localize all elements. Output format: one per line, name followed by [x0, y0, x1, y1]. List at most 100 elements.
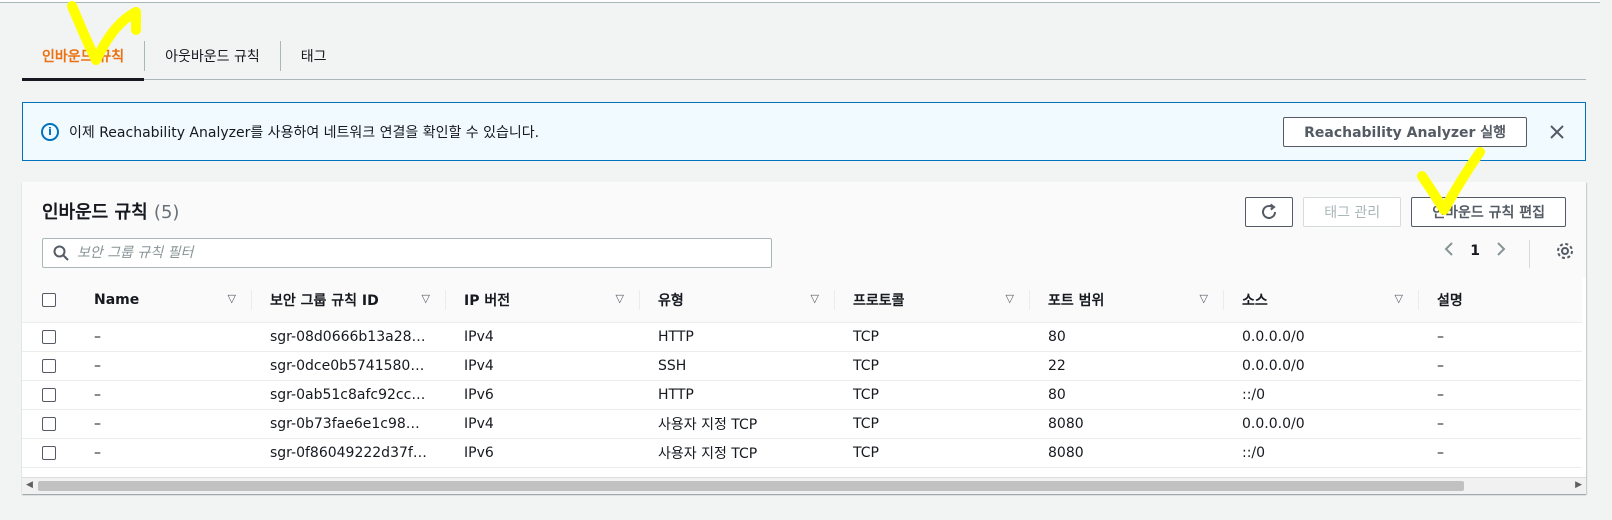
table-cell: HTTP [640, 380, 835, 410]
tab-outbound-rules[interactable]: 아웃바운드 규칙 [145, 32, 280, 79]
table-cell: 0.0.0.0/0 [1224, 351, 1419, 381]
table-cell: IPv4 [446, 409, 640, 439]
row-checkbox[interactable] [42, 387, 56, 402]
tab-inbound-rules[interactable]: 인바운드 규칙 [22, 32, 145, 81]
scroll-left-icon[interactable]: ◀ [26, 480, 33, 490]
row-checkbox[interactable] [42, 358, 56, 373]
column-header[interactable]: 보안 그룹 규칙 ID ▽ [252, 278, 446, 323]
pagination: 1 [1444, 242, 1506, 260]
table-cell: – [1419, 322, 1582, 352]
table-cell: sgr-0dce0b574158012… [252, 351, 446, 381]
scrollbar-thumb[interactable] [38, 481, 1464, 491]
column-header[interactable]: 포트 범위 ▽ [1030, 278, 1224, 323]
table-row[interactable]: – sgr-08d0666b13a283… IPv4 HTTP TCP 80 0.0.0.0… [22, 322, 1582, 352]
close-icon[interactable] [1547, 122, 1567, 142]
table-cell: SSH [640, 351, 835, 381]
row-checkbox[interactable] [42, 416, 56, 431]
table-cell: sgr-08d0666b13a283… [252, 322, 446, 352]
sort-down-icon[interactable]: ▽ [616, 292, 624, 305]
sort-down-icon[interactable]: ▽ [422, 292, 430, 305]
table-cell: 8080 [1030, 438, 1224, 468]
column-header[interactable]: 유형 ▽ [640, 278, 835, 323]
table-cell: 사용자 지정 TCP [640, 409, 835, 439]
select-all-cell [22, 278, 76, 323]
row-select-cell [22, 409, 76, 439]
tab-label: 인바운드 규칙 [42, 48, 125, 65]
table-header-row: Name ▽ 보안 그룹 규칙 ID ▽ IP 버전 ▽ 유형 ▽ 프로토콜 ▽ 포트 범… [22, 278, 1582, 323]
header-actions: 태그 관리 인바운드 규칙 편집 [1245, 197, 1566, 227]
row-select-cell [22, 438, 76, 468]
table-cell: ::/0 [1224, 438, 1419, 468]
scroll-right-icon[interactable]: ▶ [1575, 480, 1582, 490]
row-select-cell [22, 380, 76, 410]
table-cell: 22 [1030, 351, 1224, 381]
manage-tags-button[interactable]: 태그 관리 [1303, 197, 1402, 227]
column-header[interactable]: IP 버전 ▽ [446, 278, 640, 323]
edit-inbound-rules-button[interactable]: 인바운드 규칙 편집 [1411, 197, 1566, 227]
sort-down-icon[interactable]: ▽ [811, 292, 819, 305]
column-header[interactable]: 프로토콜 ▽ [835, 278, 1030, 323]
table-cell: – [76, 351, 252, 381]
table-cell: – [76, 322, 252, 352]
column-header[interactable]: Name ▽ [76, 278, 252, 323]
refresh-button[interactable] [1245, 197, 1294, 227]
table-row[interactable]: – sgr-0dce0b574158012… IPv4 SSH TCP 22 0.0.0.0… [22, 351, 1582, 381]
sort-down-icon[interactable]: ▽ [1200, 292, 1208, 305]
table-row[interactable]: – sgr-0ab51c8afc92cc6f9 IPv6 HTTP TCP 80::/0– [22, 380, 1582, 410]
refresh-icon [1262, 203, 1277, 219]
table-cell: – [76, 409, 252, 439]
table-cell: 80 [1030, 380, 1224, 410]
inbound-rules-panel: 인바운드 규칙 (5) 태그 관리 인바운드 규칙 편집 1 [22, 182, 1586, 494]
top-container-border [0, 0, 1600, 3]
tab-bar: 인바운드 규칙 아웃바운드 규칙 태그 [22, 32, 1586, 81]
table-cell: – [1419, 438, 1582, 468]
table-cell: TCP [835, 380, 1030, 410]
tab-tags[interactable]: 태그 [281, 32, 347, 79]
column-header[interactable]: 설명 [1419, 278, 1582, 323]
table-cell: 0.0.0.0/0 [1224, 322, 1419, 352]
table-cell: sgr-0b73fae6e1c9843b7 [252, 409, 446, 439]
info-icon: i [41, 122, 59, 141]
chevron-left-icon[interactable] [1444, 242, 1454, 260]
search-icon [53, 245, 69, 261]
table-row[interactable]: – sgr-0f86049222d37f66c IPv6 사용자 지정 TCP TCP 8… [22, 438, 1582, 468]
table-cell: – [76, 438, 252, 468]
table-cell: TCP [835, 322, 1030, 352]
table-row[interactable]: – sgr-0b73fae6e1c9843b7 IPv4 사용자 지정 TCP TCP 8… [22, 409, 1582, 439]
panel-title-text: 인바운드 규칙 [42, 202, 148, 223]
horizontal-scrollbar[interactable]: ◀ ▶ [22, 477, 1586, 494]
table-cell: 80 [1030, 322, 1224, 352]
gear-icon[interactable] [1556, 242, 1574, 264]
table-cell: – [1419, 351, 1582, 381]
table-cell: – [76, 380, 252, 410]
table-cell: TCP [835, 351, 1030, 381]
table-cell: – [1419, 409, 1582, 439]
chevron-right-icon[interactable] [1496, 242, 1506, 260]
tab-label: 태그 [300, 48, 327, 65]
filter-input[interactable] [77, 245, 771, 261]
table-cell: sgr-0ab51c8afc92cc6f9 [252, 380, 446, 410]
sort-down-icon[interactable]: ▽ [228, 292, 236, 305]
table-cell: TCP [835, 409, 1030, 439]
sort-down-icon[interactable]: ▽ [1395, 292, 1403, 305]
table-cell: 사용자 지정 TCP [640, 438, 835, 468]
rules-table: Name ▽ 보안 그룹 규칙 ID ▽ IP 버전 ▽ 유형 ▽ 프로토콜 ▽ 포트 범… [22, 278, 1582, 468]
table-cell: IPv4 [446, 351, 640, 381]
tab-label: 아웃바운드 규칙 [165, 48, 260, 65]
panel-title: 인바운드 규칙 (5) [42, 198, 179, 224]
table-cell: 8080 [1030, 409, 1224, 439]
column-header[interactable]: 소스 ▽ [1224, 278, 1419, 323]
table-cell: 0.0.0.0/0 [1224, 409, 1419, 439]
table-cell: ::/0 [1224, 380, 1419, 410]
sort-down-icon[interactable]: ▽ [1006, 292, 1014, 305]
banner-text: 이제 Reachability Analyzer를 사용하여 네트워크 연결을 … [69, 124, 540, 141]
info-banner: i 이제 Reachability Analyzer를 사용하여 네트워크 연결… [22, 102, 1586, 161]
filter-field[interactable] [42, 238, 772, 268]
page-number[interactable]: 1 [1470, 243, 1480, 259]
table-cell: IPv6 [446, 438, 640, 468]
select-all-checkbox[interactable] [42, 292, 56, 307]
run-reachability-analyzer-button[interactable]: Reachability Analyzer 실행 [1283, 116, 1527, 147]
table-cell: IPv6 [446, 380, 640, 410]
row-checkbox[interactable] [42, 445, 56, 460]
row-checkbox[interactable] [42, 329, 56, 344]
